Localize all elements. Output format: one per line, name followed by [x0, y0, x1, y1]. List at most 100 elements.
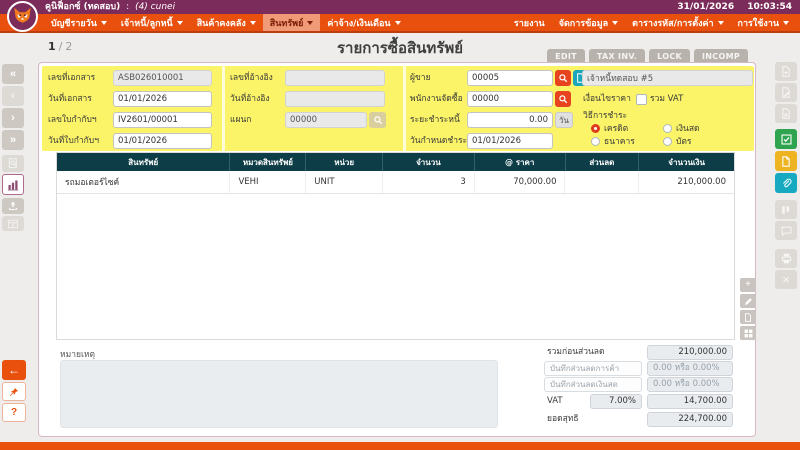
close-icon: ×	[782, 272, 790, 287]
search-icon	[373, 115, 383, 125]
app-session: (4) cunei	[135, 2, 175, 12]
credit-term-label: ระยะชำระหนี้	[410, 112, 460, 128]
cell-asset-category: VEHI	[230, 171, 306, 193]
chevron-down-icon	[177, 21, 183, 25]
app-title: คูนิฟ็อกซ์ (ทดสอบ) : (4) cunei	[45, 0, 175, 14]
menu-inventory[interactable]: สินค้าคงคลัง	[190, 14, 263, 31]
bar-chart-icon	[7, 179, 19, 191]
purchase-officer-search-button[interactable]	[555, 91, 571, 107]
help-button[interactable]: ?	[2, 403, 26, 422]
blank-page-icon	[744, 313, 752, 322]
column-header-unit-price: @ ราคา	[475, 153, 566, 171]
column-header-quantity: จำนวน	[383, 153, 475, 171]
menu-label: ตารางรหัส/การตั้งค่า	[632, 16, 713, 30]
menu-reports[interactable]: รายงาน	[507, 14, 552, 31]
doc-date-label: วันที่เอกสาร	[48, 91, 92, 107]
due-date-label: วันกำหนดชำระ	[410, 133, 467, 149]
check-square-icon	[781, 134, 792, 145]
menu-payroll[interactable]: ค่าจ้าง/เงินเดือน	[320, 14, 407, 31]
magnifier-document-icon	[8, 158, 19, 169]
cash-discount-label[interactable]: บันทึกส่วนลดเงินสด	[544, 377, 642, 392]
menu-left: บัญชีรายวัน เจ้าหนี้/ลูกหนี้ สินค้าคงคลั…	[44, 14, 408, 31]
cell-quantity: 3	[383, 171, 475, 193]
tax-invoice-no-input[interactable]	[113, 112, 212, 128]
department-label: แผนก	[230, 112, 251, 128]
file-x-icon	[781, 108, 791, 119]
credit-term-input[interactable]	[467, 112, 553, 128]
vendor-code-input[interactable]	[467, 70, 553, 86]
edit-row-button[interactable]	[740, 294, 756, 308]
trade-discount-label[interactable]: บันทึกส่วนลดการค้า	[544, 361, 642, 376]
table-view-button[interactable]	[2, 216, 24, 231]
notes-textarea[interactable]	[60, 360, 498, 428]
last-record-icon: »	[10, 135, 16, 146]
payment-cash-radio[interactable]	[663, 124, 672, 133]
vendor-name-field	[582, 70, 753, 86]
tax-invoice-date-label: วันที่ใบกำกับฯ	[48, 133, 99, 149]
due-date-input[interactable]	[467, 133, 553, 149]
nav-prev-button[interactable]: ‹	[2, 86, 24, 106]
file-plus-icon	[781, 66, 791, 77]
table-row[interactable]: รถมอเตอร์ไซค์ VEHI UNIT 3 70,000.00 210,…	[57, 171, 734, 194]
menu-payable-receivable[interactable]: เจ้าหนี้/ลูกหนี้	[114, 14, 190, 31]
menu-daily-journal[interactable]: บัญชีรายวัน	[44, 14, 114, 31]
back-button[interactable]: ←	[2, 360, 26, 380]
chevron-down-icon	[395, 21, 401, 25]
menu-usage[interactable]: การใช้งาน	[731, 14, 796, 31]
new-document-button[interactable]	[775, 62, 797, 81]
vat-amount-value: 14,700.00	[647, 394, 733, 409]
attachment-button[interactable]	[775, 173, 797, 193]
pin-button[interactable]	[2, 382, 26, 401]
tax-invoice-no-label: เลขใบกำกับฯ	[48, 112, 97, 128]
menu-data-management[interactable]: จัดการข้อมูล	[552, 14, 625, 31]
menu-assets[interactable]: สินทรัพย์	[263, 14, 321, 31]
grid-row-button[interactable]	[740, 326, 756, 340]
journal-button[interactable]	[775, 200, 797, 219]
chart-button[interactable]	[2, 174, 24, 195]
department-search-button[interactable]	[369, 112, 386, 128]
payment-bank-radio[interactable]	[591, 137, 600, 146]
tax-invoice-date-input[interactable]	[113, 133, 212, 149]
chevron-down-icon	[101, 21, 107, 25]
add-row-button[interactable]: +	[740, 278, 756, 292]
close-button[interactable]: ×	[775, 270, 797, 289]
payment-card-radio[interactable]	[663, 137, 672, 146]
form-divider	[222, 66, 225, 151]
menu-bar: บัญชีรายวัน เจ้าหนี้/ลูกหนี้ สินค้าคงคลั…	[0, 14, 800, 33]
app-name: คูนิฟ็อกซ์ (ทดสอบ)	[45, 2, 120, 12]
vat-rate-field: 7.00%	[590, 394, 642, 409]
nav-first-button[interactable]: «	[2, 64, 24, 84]
delete-document-button[interactable]	[775, 104, 797, 123]
payment-credit-radio[interactable]	[591, 124, 600, 133]
vendor-search-button[interactable]	[555, 70, 571, 86]
approve-button[interactable]	[775, 129, 797, 149]
nav-next-button[interactable]: ›	[2, 108, 24, 128]
cell-unit: UNIT	[306, 171, 383, 193]
menu-codes-settings[interactable]: ตารางรหัส/การตั้งค่า	[625, 14, 730, 31]
table-header-row: สินทรัพย์ หมวดสินทรัพย์ หน่วย จำนวน @ รา…	[57, 153, 734, 171]
gross-total-value: 210,000.00	[647, 345, 733, 360]
column-header-amount: จำนวนเงิน	[639, 153, 734, 171]
preview-button[interactable]	[2, 155, 24, 172]
print-button[interactable]	[775, 249, 797, 268]
menu-label: จัดการข้อมูล	[559, 16, 608, 30]
credit-term-unit: วัน	[555, 112, 573, 128]
pencil-icon	[744, 297, 753, 306]
clear-row-button[interactable]	[740, 310, 756, 324]
payment-bank-label: ธนาคาร	[604, 134, 635, 150]
doc-no-input	[113, 70, 212, 86]
edit-document-button[interactable]	[775, 83, 797, 102]
line-items-table: สินทรัพย์ หมวดสินทรัพย์ หน่วย จำนวน @ รา…	[56, 152, 735, 340]
purchase-officer-input[interactable]	[467, 91, 553, 107]
file-pencil-icon	[781, 87, 791, 98]
column-header-asset-category: หมวดสินทรัพย์	[230, 153, 306, 171]
menu-label: บัญชีรายวัน	[51, 16, 97, 30]
comment-button[interactable]	[775, 221, 797, 240]
nav-last-button[interactable]: »	[2, 130, 24, 150]
upload-button[interactable]	[2, 198, 24, 214]
menu-label: การใช้งาน	[738, 16, 779, 30]
trade-discount-value: 0.00 หรือ 0.00%	[647, 361, 733, 376]
document-file-button[interactable]	[775, 151, 797, 171]
doc-date-input[interactable]	[113, 91, 212, 107]
vat-included-checkbox[interactable]	[636, 94, 647, 105]
